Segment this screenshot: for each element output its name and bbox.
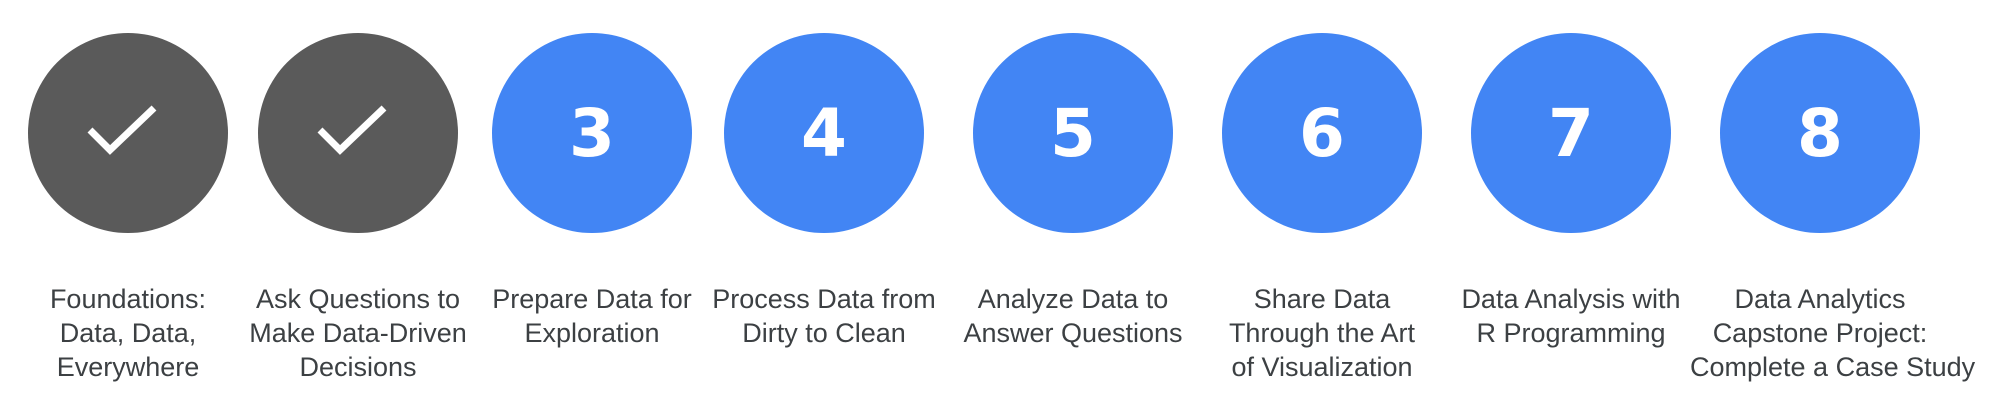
- step-6-circle: 6: [1222, 33, 1422, 233]
- step-8-circle: 8: [1720, 33, 1920, 233]
- step-4: 4 Process Data from Dirty to Clean: [694, 0, 954, 415]
- step-2-circle: [258, 33, 458, 233]
- step-2: Ask Questions to Make Data-Driven Decisi…: [228, 0, 488, 415]
- step-3-number: 3: [569, 95, 615, 172]
- step-7-label-line: Data Analysis with: [1461, 284, 1681, 314]
- step-3-label-line: Prepare Data for: [492, 284, 692, 314]
- step-7-circle: 7: [1471, 33, 1671, 233]
- step-2-label: Ask Questions to Make Data-Driven Decisi…: [228, 282, 488, 384]
- step-4-number: 4: [801, 95, 847, 172]
- step-8: 8 Data Analytics Capstone Project: Compl…: [1690, 0, 1976, 415]
- step-7-label: Data Analysis with R Programming: [1441, 282, 1701, 350]
- step-7: 7 Data Analysis with R Programming: [1441, 0, 1701, 415]
- step-7-label-line: R Programming: [1476, 318, 1666, 348]
- step-5-label-line: Answer Questions: [963, 318, 1183, 348]
- step-6-label-line: Through the Art: [1228, 318, 1416, 348]
- step-6-label-line: of Visualization: [1231, 352, 1413, 382]
- step-8-label-line: Capstone Project:: [1712, 318, 1928, 348]
- step-1: Foundations: Data, Data, Everywhere: [0, 0, 258, 415]
- step-1-circle: [28, 33, 228, 233]
- step-3-label: Prepare Data for Exploration: [462, 282, 722, 350]
- step-5-circle: 5: [973, 33, 1173, 233]
- step-1-label-line: Foundations:: [49, 284, 207, 314]
- step-6-number: 6: [1299, 95, 1345, 172]
- step-5-number: 5: [1050, 95, 1096, 172]
- step-8-label: Data Analytics Capstone Project: Complet…: [1690, 282, 1976, 384]
- step-5-label-line: Analyze Data to: [977, 284, 1169, 314]
- step-5: 5 Analyze Data to Answer Questions: [943, 0, 1203, 415]
- step-8-label-line: Data Analytics: [1734, 284, 1906, 314]
- step-3-label-line: Exploration: [524, 318, 660, 348]
- step-2-label-line: Make Data-Driven: [249, 318, 467, 348]
- step-8-number: 8: [1797, 95, 1843, 172]
- step-8-label-line: Complete a Case Study: [1690, 352, 1976, 382]
- step-2-label-line: Ask Questions to: [255, 284, 461, 314]
- step-6-label: Share Data Through the Art of Visualizat…: [1192, 282, 1452, 384]
- step-5-label: Analyze Data to Answer Questions: [943, 282, 1203, 350]
- step-1-label-line: Data, Data,: [59, 318, 197, 348]
- step-6-label-line: Share Data: [1253, 284, 1391, 314]
- step-4-label: Process Data from Dirty to Clean: [694, 282, 954, 350]
- checkmark-icon: [317, 105, 387, 155]
- step-3: 3 Prepare Data for Exploration: [462, 0, 722, 415]
- step-7-number: 7: [1548, 95, 1594, 172]
- checkmark-icon: [87, 105, 157, 155]
- step-3-circle: 3: [492, 33, 692, 233]
- step-4-label-line: Dirty to Clean: [742, 318, 906, 348]
- step-4-circle: 4: [724, 33, 924, 233]
- step-1-label-line: Everywhere: [56, 352, 200, 382]
- step-4-label-line: Process Data from: [712, 284, 936, 314]
- step-6: 6 Share Data Through the Art of Visualiz…: [1192, 0, 1452, 415]
- step-2-label-line: Decisions: [299, 352, 417, 382]
- step-1-label: Foundations: Data, Data, Everywhere: [0, 282, 258, 384]
